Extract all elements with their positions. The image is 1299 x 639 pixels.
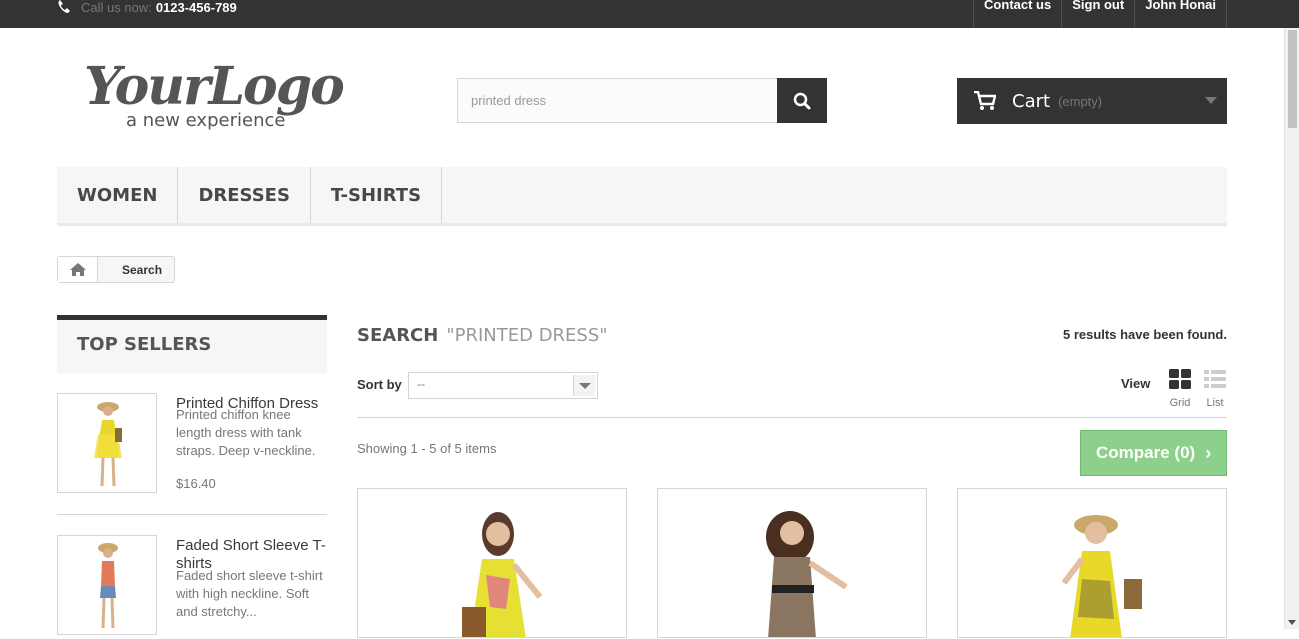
logo-main-text: YourLogo: [84, 56, 343, 117]
phone-number: 0123-456-789: [155, 0, 237, 15]
grid-icon: [1169, 369, 1191, 389]
top-seller-price: $16.40: [176, 476, 216, 491]
product-card[interactable]: [357, 488, 627, 638]
menu-item-women[interactable]: WOMEN: [57, 167, 179, 223]
showing-count: Showing 1 - 5 of 5 items: [357, 441, 497, 456]
product-image: [94, 402, 122, 487]
call-us-label: Call us now:: [81, 0, 152, 15]
product-image: [98, 543, 118, 629]
sort-by-value: --: [417, 377, 425, 391]
search-form: [457, 78, 827, 123]
cart-status: (empty): [1058, 93, 1103, 109]
view-list-button[interactable]: List: [1202, 369, 1228, 409]
main-menu: WOMEN DRESSES T-SHIRTS: [57, 167, 1227, 226]
contact-us-link[interactable]: Contact us: [973, 0, 1061, 28]
home-icon: [69, 263, 86, 276]
view-label: View: [1121, 376, 1151, 391]
product-image: [462, 512, 543, 637]
sort-by-select[interactable]: --: [408, 372, 598, 399]
sort-by-label: Sort by: [357, 377, 402, 392]
page-scrollbar[interactable]: [1284, 28, 1299, 629]
page-title: SEARCH "PRINTED DRESS": [357, 325, 608, 346]
results-count: 5 results have been found.: [1063, 327, 1227, 342]
chevron-right-icon: ›: [1205, 442, 1212, 463]
menu-item-dresses[interactable]: DRESSES: [178, 167, 311, 223]
product-image: [766, 511, 848, 637]
site-logo[interactable]: YourLogo a new experience: [84, 54, 364, 132]
page-title-label: SEARCH: [357, 325, 439, 346]
search-button[interactable]: [777, 78, 827, 123]
logo-tagline: a new experience: [126, 110, 285, 131]
top-seller-description: Printed chiffon knee length dress with t…: [176, 407, 316, 458]
call-us: Call us now: 0123-456-789: [57, 0, 237, 15]
divider: [57, 514, 327, 515]
top-bar: Call us now: 0123-456-789 Contact us Sig…: [0, 0, 1299, 28]
cart-icon: [974, 91, 996, 110]
compare-button[interactable]: Compare (0) ›: [1080, 430, 1227, 476]
product-card[interactable]: [657, 488, 927, 638]
breadcrumb-home[interactable]: [58, 257, 98, 282]
account-link[interactable]: John Honai: [1134, 0, 1227, 28]
view-grid-button[interactable]: Grid: [1167, 369, 1193, 409]
menu-item-tshirts[interactable]: T-SHIRTS: [311, 167, 443, 223]
cart-dropdown-caret-icon[interactable]: [1205, 97, 1217, 104]
top-links: Contact us Sign out John Honai: [973, 0, 1227, 28]
sign-out-link[interactable]: Sign out: [1061, 0, 1134, 28]
breadcrumb: Search: [57, 256, 176, 283]
divider: [357, 417, 1227, 418]
logo-image: YourLogo a new experience: [84, 56, 345, 131]
scroll-down-arrow-icon[interactable]: [1288, 620, 1296, 625]
top-seller-description: Faded short sleeve t-shirt with high nec…: [176, 568, 323, 619]
view-grid-label: Grid: [1169, 397, 1191, 409]
product-thumbnail[interactable]: [57, 535, 157, 635]
compare-label: Compare (0): [1096, 443, 1196, 462]
list-icon: [1204, 370, 1226, 388]
product-card[interactable]: [957, 488, 1227, 638]
search-input[interactable]: [457, 78, 777, 123]
cart-label: Cart: [1012, 90, 1051, 112]
top-sellers-title: TOP SELLERS: [57, 315, 327, 373]
product-thumbnail[interactable]: [57, 393, 157, 493]
phone-icon: [58, 0, 70, 13]
breadcrumb-current: Search: [122, 262, 163, 277]
scrollbar-thumb[interactable]: [1288, 30, 1297, 128]
product-image: [1061, 515, 1142, 637]
search-icon: [793, 92, 811, 109]
cart-button[interactable]: Cart (empty): [957, 78, 1227, 124]
chevron-down-icon[interactable]: [573, 375, 595, 396]
search-query: "PRINTED DRESS": [446, 325, 608, 346]
view-list-label: List: [1206, 397, 1224, 409]
